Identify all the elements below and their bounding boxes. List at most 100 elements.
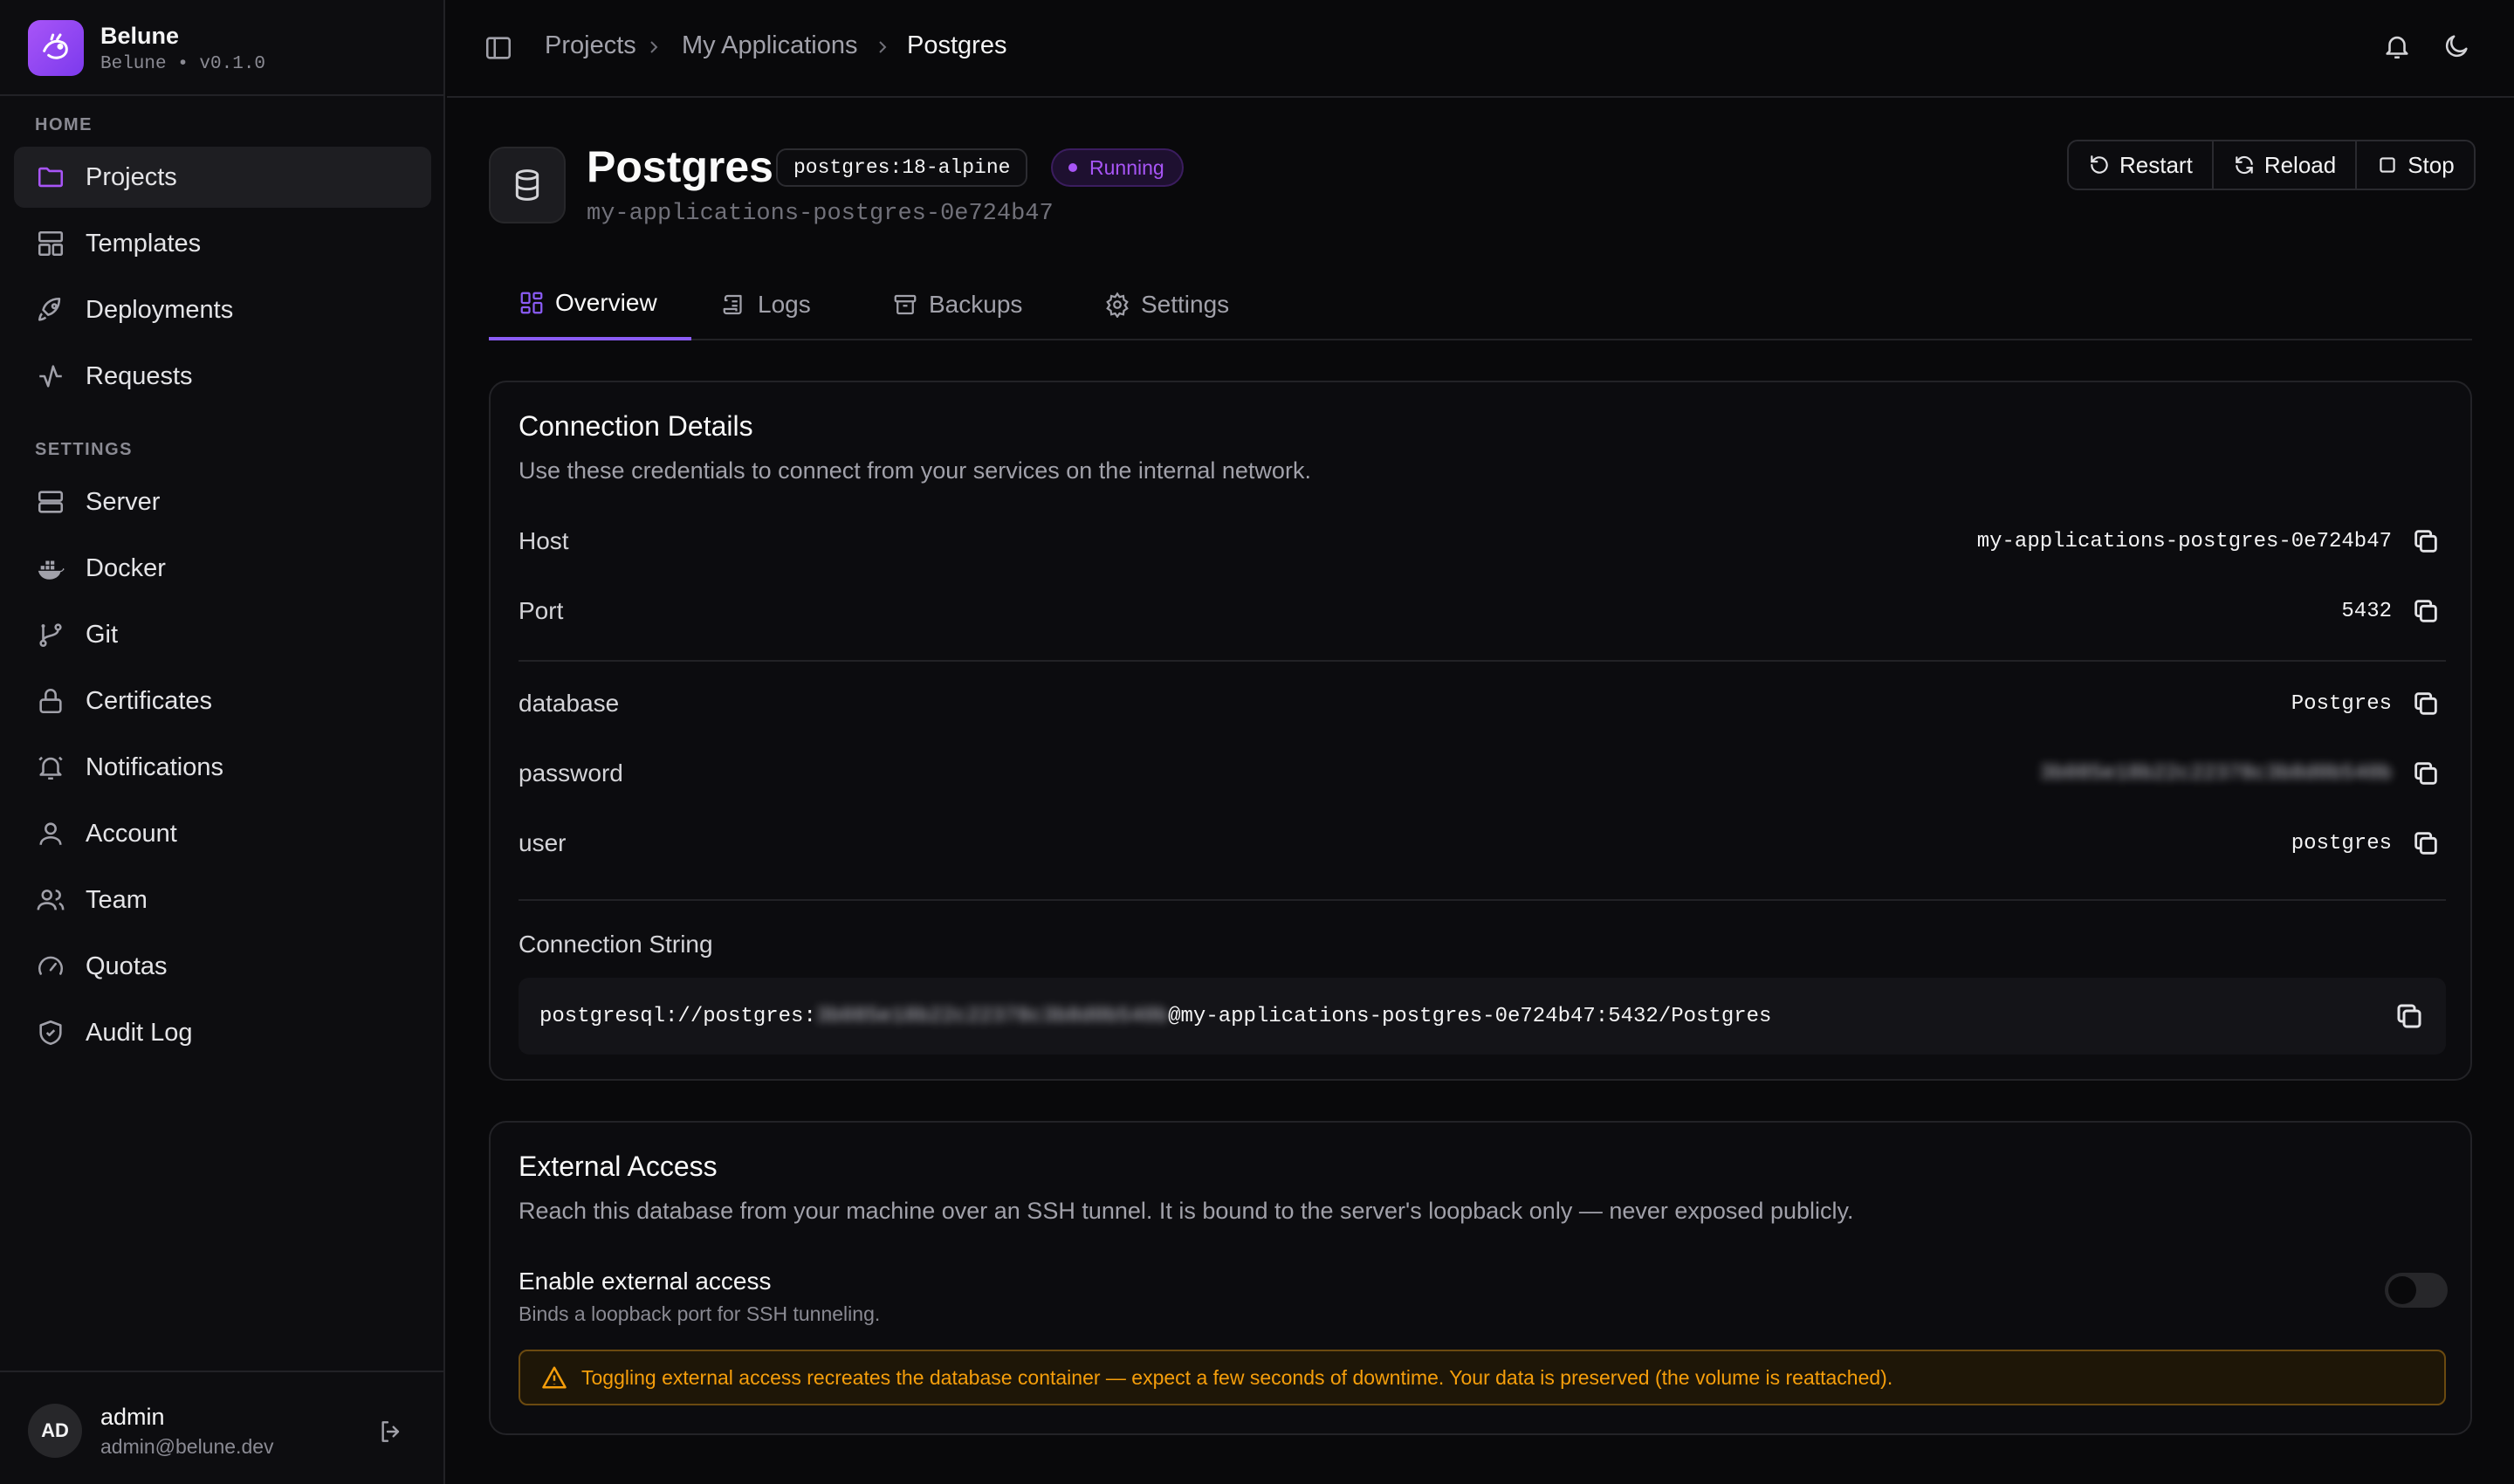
divider bbox=[519, 660, 2446, 662]
sidebar-item-label: Git bbox=[86, 620, 119, 649]
sidebar-item-label: Deployments bbox=[86, 295, 234, 324]
sidebar-item-projects[interactable]: Projects bbox=[14, 147, 431, 208]
stop-button[interactable]: Stop bbox=[2357, 141, 2474, 189]
brand-version: Belune • v0.1.0 bbox=[100, 54, 266, 74]
sidebar: Belune Belune • v0.1.0 HOME Projects Tem… bbox=[0, 0, 445, 1484]
field-key: database bbox=[519, 690, 620, 717]
sidebar-item-audit-log[interactable]: Audit Log bbox=[14, 1002, 431, 1063]
sidebar-item-git[interactable]: Git bbox=[14, 604, 431, 665]
section-label-home: HOME bbox=[35, 115, 93, 134]
card-description: Reach this database from your machine ov… bbox=[519, 1198, 1854, 1224]
section-label-settings: SETTINGS bbox=[35, 440, 134, 459]
password-value-masked: 3b085e18b22c22378c3b8d0b540b bbox=[2039, 761, 2392, 786]
brand-header[interactable]: Belune Belune • v0.1.0 bbox=[0, 0, 445, 96]
bell-icon[interactable] bbox=[2382, 31, 2415, 65]
sidebar-item-account[interactable]: Account bbox=[14, 803, 431, 864]
connection-string-password-masked: 3b085e18b22c22378c3b8d0b540b bbox=[815, 1004, 1169, 1028]
field-key: Port bbox=[519, 597, 564, 624]
field-row-port: Port 5432 bbox=[519, 585, 2446, 637]
sidebar-item-templates[interactable]: Templates bbox=[14, 213, 431, 274]
field-value: postgres bbox=[2291, 831, 2392, 855]
shield-check-icon bbox=[35, 1017, 66, 1048]
breadcrumb-projects[interactable]: Projects bbox=[545, 31, 636, 60]
users-icon bbox=[35, 884, 66, 916]
sidebar-item-team[interactable]: Team bbox=[14, 869, 431, 931]
status-dot bbox=[1068, 163, 1077, 172]
sidebar-item-label: Templates bbox=[86, 229, 202, 258]
tab-overview[interactable]: Overview bbox=[489, 269, 691, 340]
breadcrumb-my-applications[interactable]: My Applications bbox=[682, 31, 858, 60]
copy-icon[interactable] bbox=[2411, 596, 2441, 626]
sidebar-item-label: Notifications bbox=[86, 752, 223, 781]
sidebar-item-certificates[interactable]: Certificates bbox=[14, 670, 431, 732]
restart-button[interactable]: Restart bbox=[2069, 141, 2214, 189]
external-access-toggle[interactable] bbox=[2385, 1273, 2448, 1308]
toggle-label: Enable external access bbox=[519, 1268, 772, 1295]
warning-text: Toggling external access recreates the d… bbox=[581, 1365, 1893, 1389]
divider bbox=[519, 899, 2446, 901]
sidebar-item-label: Certificates bbox=[86, 686, 213, 715]
gauge-icon bbox=[35, 951, 66, 982]
rocket-icon bbox=[35, 294, 66, 326]
field-key: user bbox=[519, 829, 567, 856]
rotate-ccw-icon bbox=[2088, 154, 2111, 176]
alert-triangle-icon bbox=[541, 1364, 567, 1391]
topbar: Projects My Applications Postgres bbox=[447, 0, 2514, 98]
sidebar-item-notifications[interactable]: Notifications bbox=[14, 737, 431, 798]
copy-icon[interactable] bbox=[2411, 828, 2441, 858]
logout-icon[interactable] bbox=[374, 1414, 409, 1449]
user-name: admin bbox=[100, 1404, 165, 1430]
tab-label: Backups bbox=[929, 291, 1023, 318]
sidebar-item-server[interactable]: Server bbox=[14, 471, 431, 532]
user-profile[interactable]: AD admin admin@belune.dev bbox=[0, 1371, 445, 1484]
tab-backups[interactable]: Backups bbox=[862, 269, 1052, 340]
tab-label: Overview bbox=[555, 289, 657, 316]
connection-string-box: postgresql://postgres: 3b085e18b22c22378c… bbox=[519, 978, 2446, 1055]
restart-label: Restart bbox=[2119, 151, 2193, 178]
field-key: Host bbox=[519, 527, 569, 554]
tab-logs[interactable]: Logs bbox=[691, 269, 841, 340]
field-value: 5432 bbox=[2341, 599, 2392, 623]
refresh-icon bbox=[2233, 154, 2256, 176]
bell-icon bbox=[35, 752, 66, 783]
user-email: admin@belune.dev bbox=[100, 1435, 274, 1458]
field-key: password bbox=[519, 759, 623, 787]
chevron-right-icon bbox=[872, 37, 893, 58]
connection-string-suffix: @my-applications-postgres-0e724b47:5432/… bbox=[1168, 1004, 1772, 1028]
server-icon bbox=[35, 486, 66, 518]
toggle-knob bbox=[2388, 1276, 2416, 1304]
card-title: Connection Details bbox=[519, 410, 753, 442]
app: Belune Belune • v0.1.0 HOME Projects Tem… bbox=[0, 0, 2514, 1484]
square-icon bbox=[2376, 154, 2399, 176]
card-title: External Access bbox=[519, 1151, 718, 1182]
field-row-host: Host my-applications-postgres-0e724b47 bbox=[519, 515, 2446, 567]
sidebar-item-quotas[interactable]: Quotas bbox=[14, 936, 431, 997]
main-content: Postgres postgres:18-alpine Running my-a… bbox=[447, 98, 2514, 1484]
image-badge: postgres:18-alpine bbox=[776, 148, 1028, 187]
database-icon bbox=[489, 147, 566, 223]
reload-button[interactable]: Reload bbox=[2214, 141, 2358, 189]
card-description: Use these credentials to connect from yo… bbox=[519, 457, 1311, 484]
sidebar-toggle-icon[interactable] bbox=[484, 33, 515, 65]
warning-banner: Toggling external access recreates the d… bbox=[519, 1350, 2446, 1405]
moon-icon[interactable] bbox=[2442, 31, 2475, 65]
sidebar-item-label: Account bbox=[86, 819, 177, 848]
copy-icon[interactable] bbox=[2394, 1000, 2425, 1032]
sidebar-item-requests[interactable]: Requests bbox=[14, 346, 431, 407]
brand-name: Belune bbox=[100, 23, 180, 49]
user-icon bbox=[35, 818, 66, 849]
copy-icon[interactable] bbox=[2411, 689, 2441, 718]
status-badge: Running bbox=[1051, 148, 1184, 187]
tab-settings[interactable]: Settings bbox=[1075, 269, 1259, 340]
connection-string-label: Connection String bbox=[519, 931, 713, 958]
sidebar-item-docker[interactable]: Docker bbox=[14, 538, 431, 599]
activity-icon bbox=[35, 361, 66, 392]
sidebar-item-deployments[interactable]: Deployments bbox=[14, 279, 431, 340]
git-branch-icon bbox=[35, 619, 66, 650]
field-row-password: password 3b085e18b22c22378c3b8d0b540b bbox=[519, 747, 2446, 800]
field-row-database: database Postgres bbox=[519, 677, 2446, 730]
copy-icon[interactable] bbox=[2411, 526, 2441, 556]
docker-icon bbox=[35, 553, 66, 584]
toggle-hint: Binds a loopback port for SSH tunneling. bbox=[519, 1302, 881, 1325]
copy-icon[interactable] bbox=[2411, 759, 2441, 788]
